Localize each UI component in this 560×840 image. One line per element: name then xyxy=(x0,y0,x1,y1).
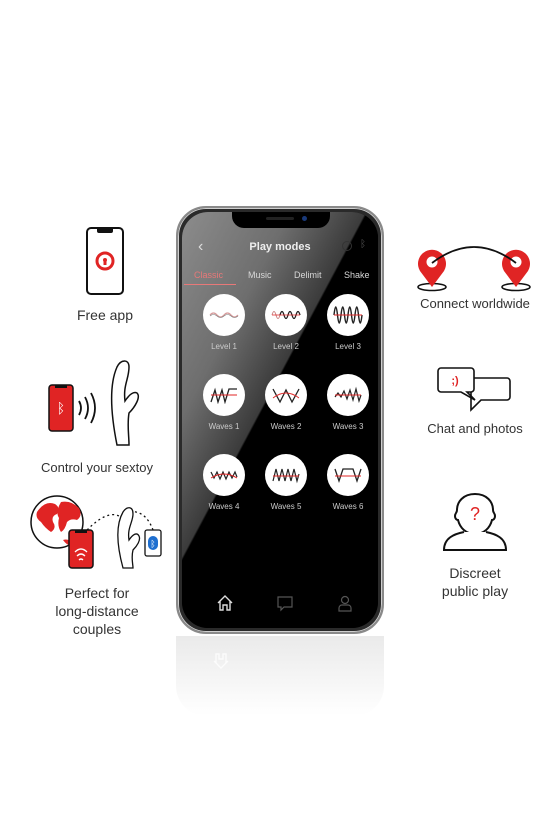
mode-icon xyxy=(327,294,369,336)
app-header: ‹ Play modes ᛒ xyxy=(182,238,378,258)
svg-text:ᛒ: ᛒ xyxy=(57,401,65,417)
mode-level-3[interactable]: Level 3 xyxy=(320,294,376,351)
mode-label: Waves 2 xyxy=(270,422,302,431)
chat-icon[interactable] xyxy=(276,594,294,612)
home-icon-reflection xyxy=(213,653,229,669)
feature-label: Chat and photos xyxy=(427,421,523,436)
wave-pattern-2-icon xyxy=(272,388,300,404)
mode-icon xyxy=(265,454,307,496)
mode-level-2[interactable]: Level 2 xyxy=(258,294,314,351)
feature-label: Connect worldwide xyxy=(420,296,530,311)
mode-icon xyxy=(327,374,369,416)
mode-waves-3[interactable]: Waves 3 xyxy=(320,374,376,431)
feature-label: Perfect for long-distance couples xyxy=(22,584,172,638)
phone-screen: ‹ Play modes ᛒ Classic Music Delimit Sha… xyxy=(182,212,378,628)
mode-waves-4[interactable]: Waves 4 xyxy=(196,454,252,511)
bluetooth-icon[interactable]: ᛒ xyxy=(360,239,366,250)
anonymous-person-icon: ? xyxy=(442,492,508,551)
mode-icon xyxy=(327,454,369,496)
wave-pattern-1-icon xyxy=(210,387,237,404)
tab-delimit[interactable]: Delimit xyxy=(294,270,322,280)
feature-label: Discreet public play xyxy=(415,564,535,600)
map-pins-connection-icon xyxy=(417,246,531,292)
feature-free-app: Free app xyxy=(40,226,170,324)
feature-control: ᛒ Control your sextoy xyxy=(22,355,172,477)
mode-icon xyxy=(265,374,307,416)
globe-couples-icon: ᛒ xyxy=(30,495,162,569)
front-camera xyxy=(302,216,307,221)
chat-bubbles-icon: ;) xyxy=(437,367,511,412)
mode-label: Waves 1 xyxy=(208,422,240,431)
wave-level-1-icon xyxy=(209,312,239,318)
profile-icon[interactable] xyxy=(336,594,354,612)
active-tab-underline xyxy=(184,284,236,285)
mode-icon xyxy=(265,294,307,336)
mode-icon xyxy=(203,374,245,416)
feature-long-distance: ᛒ Perfect for long-distance couples xyxy=(22,490,172,638)
label-line: couples xyxy=(72,621,122,637)
wave-pattern-3-icon xyxy=(334,386,362,404)
mode-waves-6[interactable]: Waves 6 xyxy=(320,454,376,511)
speaker xyxy=(266,217,294,220)
mode-waves-5[interactable]: Waves 5 xyxy=(258,454,314,511)
mode-label: Waves 5 xyxy=(270,502,302,511)
wave-level-2-icon xyxy=(271,310,301,320)
label-line: public play xyxy=(441,583,509,599)
tab-shake[interactable]: Shake xyxy=(344,270,370,280)
tab-classic[interactable]: Classic xyxy=(194,270,223,280)
feature-discreet: ? Discreet public play xyxy=(415,490,535,600)
tab-music[interactable]: Music xyxy=(248,270,272,280)
phone-bluetooth-toy-icon: ᛒ xyxy=(48,360,140,446)
label-line: Discreet xyxy=(449,565,501,581)
mode-label: Level 3 xyxy=(335,342,361,351)
mode-waves-2[interactable]: Waves 2 xyxy=(258,374,314,431)
feature-label: Control your sextoy xyxy=(41,460,153,475)
svg-text:ᛒ: ᛒ xyxy=(150,539,155,550)
wave-level-3-icon xyxy=(333,306,363,324)
smartphone-app-icon xyxy=(86,227,124,295)
mode-label: Waves 6 xyxy=(332,502,364,511)
label-line: long-distance xyxy=(55,603,139,619)
feature-connect-worldwide: Connect worldwide xyxy=(405,245,545,313)
mode-label: Level 2 xyxy=(273,342,299,351)
mode-icon xyxy=(203,454,245,496)
mode-label: Level 1 xyxy=(211,342,237,351)
wave-pattern-5-icon xyxy=(272,468,300,484)
phone-notch xyxy=(232,212,330,228)
question-mark: ? xyxy=(470,504,480,524)
timer-icon[interactable] xyxy=(342,241,352,251)
mode-icon xyxy=(203,294,245,336)
app-screen: ‹ Play modes ᛒ Classic Music Delimit Sha… xyxy=(182,212,378,628)
feature-label: Free app xyxy=(76,307,134,323)
mode-level-1[interactable]: Level 1 xyxy=(196,294,252,351)
wave-pattern-6-icon xyxy=(334,468,362,484)
emoticon: ;) xyxy=(451,375,459,387)
mode-label: Waves 4 xyxy=(208,502,240,511)
wave-pattern-4-icon xyxy=(210,470,238,481)
feature-chat-photos: ;) Chat and photos xyxy=(410,366,540,438)
mode-label: Waves 3 xyxy=(332,422,364,431)
label-line: Perfect for xyxy=(64,585,130,601)
smartphone-mockup: ‹ Play modes ᛒ Classic Music Delimit Sha… xyxy=(176,206,384,634)
mode-waves-1[interactable]: Waves 1 xyxy=(196,374,252,431)
home-icon[interactable] xyxy=(216,594,234,612)
bottom-navigation xyxy=(182,594,378,616)
phone-reflection xyxy=(176,636,384,716)
